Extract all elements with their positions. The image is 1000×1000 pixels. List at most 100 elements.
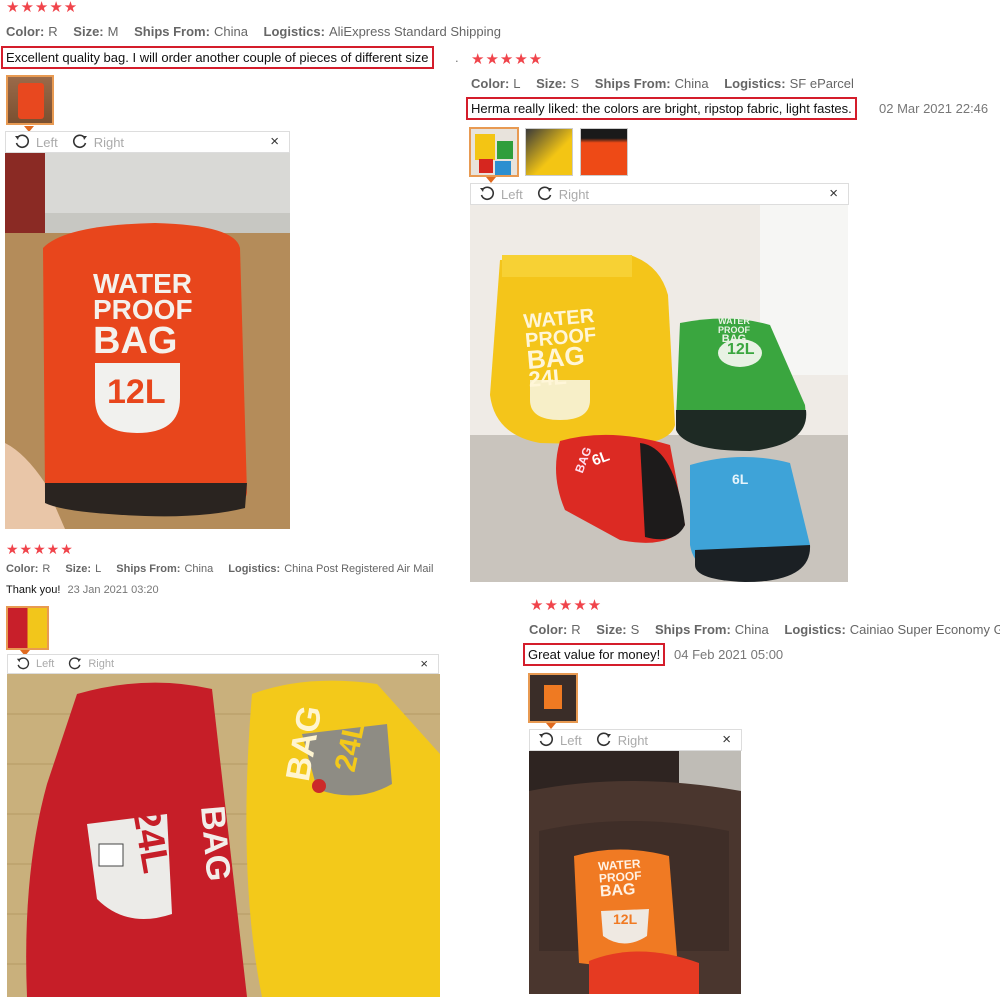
- rotate-left-button[interactable]: Left: [479, 186, 523, 202]
- review-thumbnail[interactable]: [6, 606, 49, 650]
- color-value: R: [42, 563, 51, 575]
- rotate-right-button[interactable]: Right: [72, 134, 124, 150]
- review-meta: Color: R Size: M Ships From: China Logistic…: [6, 24, 513, 40]
- bag-print-line3: BAG: [93, 320, 178, 362]
- four-dry-bags-photo: [470, 205, 848, 582]
- logistics-value: China Post Registered Air Mail: [284, 563, 434, 575]
- review-thumbnail[interactable]: [528, 673, 578, 723]
- color-value: R: [571, 622, 581, 637]
- size-value: S: [570, 76, 580, 91]
- green-bag-print: WATER PROOF BAG: [718, 317, 750, 345]
- ships-from-label: Ships From:: [116, 563, 181, 575]
- logistics-label: Logistics:: [724, 76, 786, 91]
- ships-from-label: Ships From:: [594, 76, 671, 91]
- rotate-right-icon: [596, 732, 611, 747]
- review-thumbnail[interactable]: [525, 128, 573, 176]
- logistics-value: AliExpress Standard Shipping: [328, 24, 501, 39]
- color-label: Color:: [6, 563, 39, 575]
- color-label: Color:: [471, 76, 510, 91]
- ships-from-label: Ships From:: [654, 622, 731, 637]
- rotate-left-icon: [480, 186, 495, 201]
- review-text-highlight: Excellent quality bag. I will order anot…: [1, 46, 434, 69]
- close-viewer-button[interactable]: ×: [829, 185, 838, 202]
- rating-stars: ★★★★★: [471, 51, 544, 68]
- logistics-label: Logistics:: [784, 622, 846, 637]
- review-thumbnail[interactable]: [469, 127, 519, 177]
- rotate-right-label: Right: [88, 658, 115, 670]
- review-meta: Color: L Size: S Ships From: China Logistic…: [471, 76, 866, 92]
- size-value: S: [630, 622, 640, 637]
- logistics-label: Logistics:: [228, 563, 281, 575]
- logistics-value: SF eParcel: [789, 76, 854, 91]
- ships-from-value: China: [184, 563, 214, 575]
- rotate-right-icon: [72, 134, 87, 149]
- bag-print: WATER PROOF BAG: [598, 857, 643, 901]
- color-label: Color:: [6, 24, 45, 39]
- review-date: 04 Feb 2021 05:00: [674, 647, 784, 662]
- logistics-value: Cainiao Super Economy Globa: [849, 622, 1000, 637]
- rotate-left-label: Left: [501, 186, 523, 202]
- size-label: Size:: [73, 24, 104, 39]
- rotate-left-icon: [15, 134, 30, 149]
- size-label: Size:: [65, 563, 92, 575]
- rotate-right-label: Right: [558, 186, 590, 202]
- ships-from-label: Ships From:: [134, 24, 210, 39]
- review-trailing-text: .: [455, 50, 459, 65]
- bag-print: WATER PROOF BAG: [93, 270, 193, 362]
- rotate-right-label: Right: [93, 134, 125, 150]
- size-label: Size:: [596, 622, 627, 637]
- rotate-left-button[interactable]: Left: [14, 134, 58, 150]
- red-bag-print: BAG: [193, 804, 238, 883]
- rotate-right-label: Right: [617, 732, 649, 748]
- close-viewer-button[interactable]: ×: [722, 731, 731, 748]
- image-viewer-toolbar: Left Right ×: [470, 183, 849, 205]
- color-value: L: [513, 76, 521, 91]
- rotate-right-button[interactable]: Right: [596, 732, 648, 748]
- review-thumbnail[interactable]: [6, 75, 54, 125]
- review-text-highlight: Herma really liked: the colors are brigh…: [466, 97, 857, 120]
- rotate-left-button[interactable]: Left: [16, 657, 54, 671]
- rotate-left-label: Left: [36, 134, 58, 150]
- green-bag-size: 12L: [727, 341, 755, 358]
- rotate-right-button[interactable]: Right: [537, 186, 589, 202]
- image-viewer-toolbar: Left Right ×: [5, 131, 290, 153]
- ships-from-value: China: [213, 24, 248, 39]
- rotate-left-icon: [539, 732, 554, 747]
- review-meta: Color: R Size: S Ships From: China Logistic…: [529, 622, 1000, 638]
- rotate-left-label: Left: [36, 658, 55, 670]
- rotate-right-button[interactable]: Right: [68, 657, 114, 671]
- close-viewer-button[interactable]: ×: [270, 133, 279, 150]
- review-date: 02 Mar 2021 22:46: [879, 101, 989, 116]
- blue-bag-size: 6L: [732, 471, 749, 487]
- close-viewer-button[interactable]: ×: [420, 656, 428, 671]
- rotate-right-icon: [69, 657, 82, 670]
- review-meta: Color: R Size: L Ships From: China Logistic…: [6, 561, 445, 577]
- logistics-label: Logistics:: [263, 24, 325, 39]
- yellow-bag-print: WATER PROOF BAG 24L: [523, 305, 600, 392]
- rotate-left-label: Left: [560, 732, 582, 748]
- bag-size-print: 12L: [613, 911, 638, 927]
- color-label: Color:: [529, 622, 568, 637]
- review-text: Thank you! 23 Jan 2021 03:20: [6, 584, 159, 596]
- bag-size-print: 12L: [107, 373, 166, 411]
- rotate-left-button[interactable]: Left: [538, 732, 582, 748]
- review-photo: WATER PROOF BAG 12L: [529, 751, 741, 994]
- review-body: Thank you!: [6, 584, 61, 596]
- size-value: M: [107, 24, 119, 39]
- rating-stars: ★★★★★: [6, 541, 74, 557]
- bag-print-line3: BAG: [599, 880, 636, 901]
- ships-from-value: China: [674, 76, 709, 91]
- image-viewer-toolbar: Left Right ×: [7, 654, 439, 674]
- rotate-right-icon: [537, 186, 552, 201]
- review-text-highlight: Great value for money!: [523, 643, 666, 666]
- review-photo: 24L BAG BAG 24L: [7, 674, 440, 997]
- review-photo: WATER PROOF BAG 24L WATER PROOF BAG 12L …: [470, 205, 848, 582]
- size-label: Size:: [536, 76, 567, 91]
- review-thumbnail[interactable]: [580, 128, 628, 176]
- size-value: L: [95, 563, 102, 575]
- color-value: R: [48, 24, 58, 39]
- image-viewer-toolbar: Left Right ×: [529, 729, 742, 751]
- rating-stars: ★★★★★: [6, 0, 79, 16]
- rating-stars: ★★★★★: [530, 597, 603, 614]
- rotate-left-icon: [16, 657, 30, 670]
